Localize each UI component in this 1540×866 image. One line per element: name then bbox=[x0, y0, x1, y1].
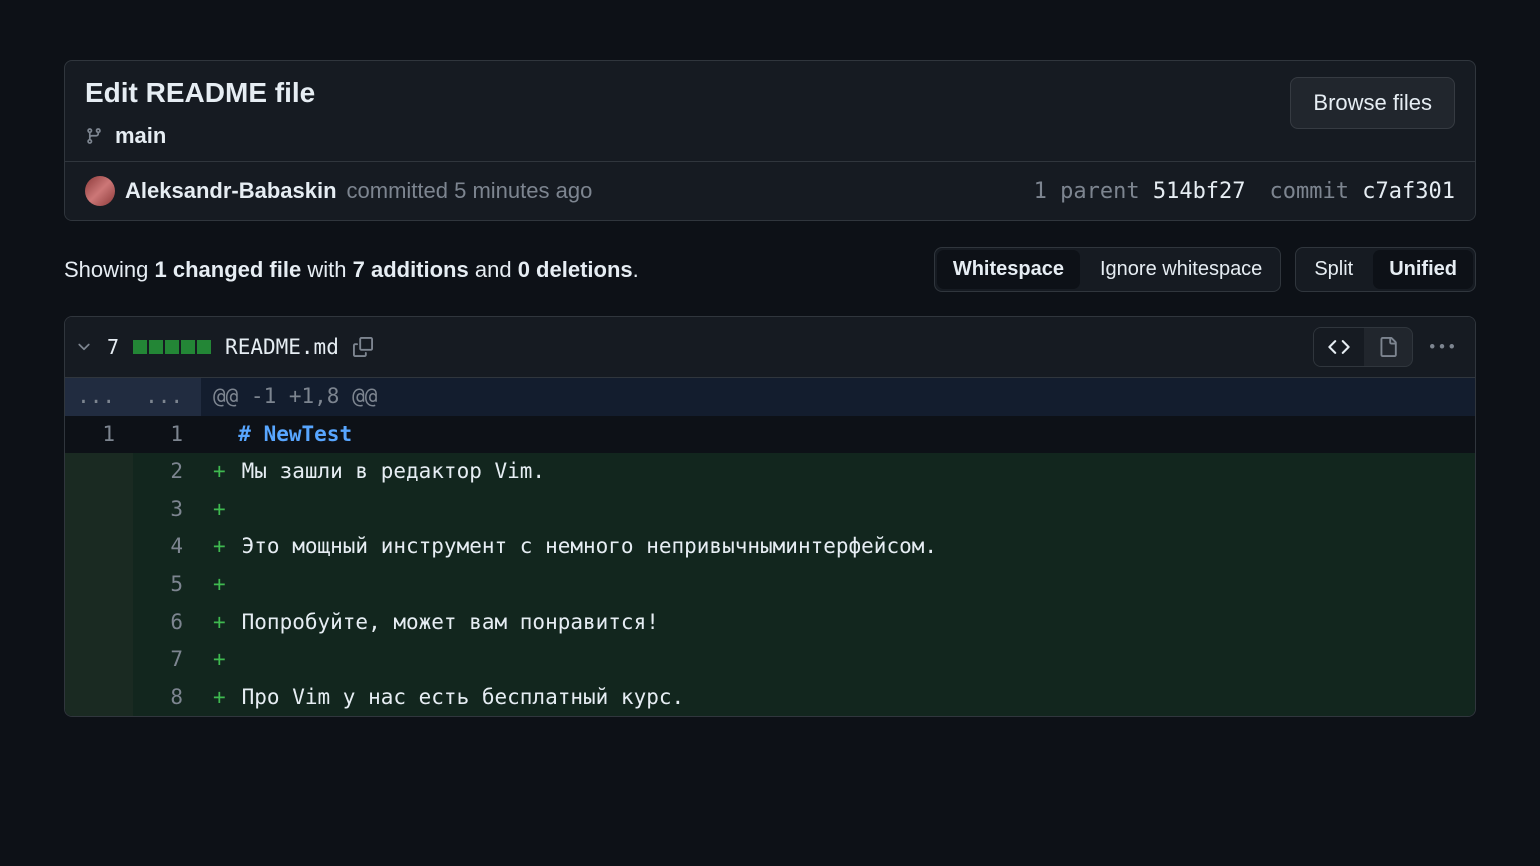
diff-line: 5+ bbox=[65, 566, 1475, 604]
unified-view-button[interactable]: Unified bbox=[1373, 250, 1473, 289]
file-view-toggle bbox=[1313, 327, 1413, 367]
file-name[interactable]: README.md bbox=[225, 335, 339, 359]
whitespace-show-button[interactable]: Whitespace bbox=[937, 250, 1080, 289]
source-view-button[interactable] bbox=[1314, 328, 1364, 366]
diff-view-toggle: Split Unified bbox=[1295, 247, 1476, 292]
new-line-number: 5 bbox=[133, 566, 201, 604]
chevron-down-icon[interactable] bbox=[75, 338, 93, 356]
diff-line: 11 # NewTest bbox=[65, 416, 1475, 454]
old-line-number bbox=[65, 641, 133, 679]
diff-line: 7+ bbox=[65, 641, 1475, 679]
whitespace-toggle: Whitespace Ignore whitespace bbox=[934, 247, 1281, 292]
copy-icon[interactable] bbox=[353, 337, 373, 357]
diff-line: 3+ bbox=[65, 491, 1475, 529]
diff-stat-squares bbox=[133, 340, 211, 354]
hunk-header-text: @@ -1 +1,8 @@ bbox=[201, 378, 1475, 416]
commit-hash: c7af301 bbox=[1362, 179, 1455, 204]
code-cell: + bbox=[201, 641, 1475, 679]
hunk-header-row: ... ... @@ -1 +1,8 @@ bbox=[65, 378, 1475, 416]
code-icon bbox=[1328, 336, 1350, 358]
old-line-number bbox=[65, 566, 133, 604]
new-line-number: 1 bbox=[133, 416, 201, 454]
split-view-button[interactable]: Split bbox=[1296, 248, 1371, 291]
expand-hunk-button[interactable]: ... bbox=[133, 378, 201, 416]
file-change-count: 7 bbox=[107, 335, 119, 359]
code-cell: + Это мощный инструмент с немного неприв… bbox=[201, 528, 1475, 566]
commit-title: Edit README file bbox=[85, 77, 315, 109]
old-line-number bbox=[65, 528, 133, 566]
diff-line: 4+ Это мощный инструмент с немного непри… bbox=[65, 528, 1475, 566]
file-diff-box: 7 README.md bbox=[64, 316, 1476, 717]
expand-hunk-button[interactable]: ... bbox=[65, 378, 133, 416]
old-line-number bbox=[65, 604, 133, 642]
author-name[interactable]: Aleksandr-Babaskin bbox=[125, 178, 337, 204]
old-line-number bbox=[65, 453, 133, 491]
new-line-number: 3 bbox=[133, 491, 201, 529]
diff-line: 8+ Про Vim у нас есть бесплатный курс. bbox=[65, 679, 1475, 717]
diff-table: ... ... @@ -1 +1,8 @@ 11 # NewTest2+ Мы … bbox=[65, 378, 1475, 716]
file-icon bbox=[1378, 336, 1398, 358]
rendered-view-button[interactable] bbox=[1364, 328, 1412, 366]
new-line-number: 7 bbox=[133, 641, 201, 679]
diff-line: 2+ Мы зашли в редактор Vim. bbox=[65, 453, 1475, 491]
new-line-number: 2 bbox=[133, 453, 201, 491]
author-avatar[interactable] bbox=[85, 176, 115, 206]
diff-summary: Showing 1 changed file with 7 additions … bbox=[64, 257, 639, 283]
git-branch-icon bbox=[85, 126, 103, 146]
browse-files-button[interactable]: Browse files bbox=[1290, 77, 1455, 129]
old-line-number: 1 bbox=[65, 416, 133, 454]
new-line-number: 8 bbox=[133, 679, 201, 717]
parent-hash[interactable]: 514bf27 bbox=[1153, 179, 1246, 204]
committed-time: committed 5 minutes ago bbox=[347, 178, 593, 204]
code-cell: + Попробуйте, может вам понравится! bbox=[201, 604, 1475, 642]
branch-indicator[interactable]: main bbox=[85, 123, 315, 149]
new-line-number: 6 bbox=[133, 604, 201, 642]
whitespace-ignore-button[interactable]: Ignore whitespace bbox=[1082, 248, 1280, 291]
commit-summary-box: Edit README file main Browse files Aleks… bbox=[64, 60, 1476, 221]
code-cell: # NewTest bbox=[201, 416, 1475, 454]
code-cell: + bbox=[201, 491, 1475, 529]
old-line-number bbox=[65, 679, 133, 717]
code-cell: + bbox=[201, 566, 1475, 604]
commit-ids: 1 parent 514bf27 commit c7af301 bbox=[1034, 179, 1455, 204]
code-cell: + Про Vim у нас есть бесплатный курс. bbox=[201, 679, 1475, 717]
code-cell: + Мы зашли в редактор Vim. bbox=[201, 453, 1475, 491]
branch-name: main bbox=[115, 123, 166, 149]
new-line-number: 4 bbox=[133, 528, 201, 566]
old-line-number bbox=[65, 491, 133, 529]
kebab-menu-icon[interactable] bbox=[1427, 337, 1457, 357]
diff-line: 6+ Попробуйте, может вам понравится! bbox=[65, 604, 1475, 642]
